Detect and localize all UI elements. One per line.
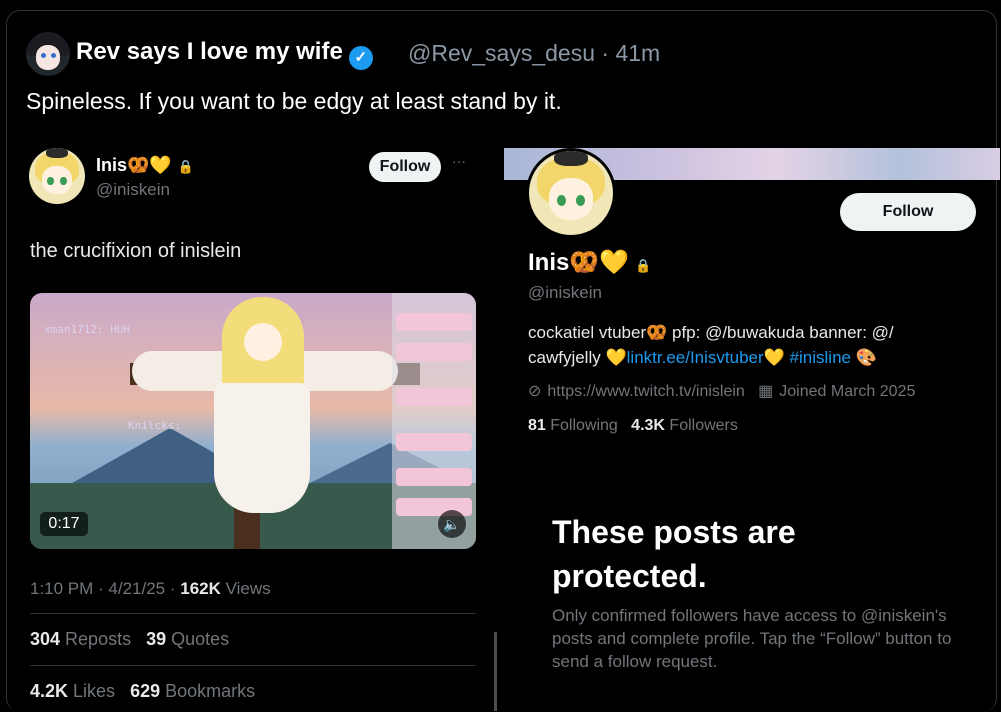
check-badge-icon: ✓ <box>348 46 373 70</box>
follow-counts: 81 Following 4.3K Followers <box>528 417 738 435</box>
profile-name: Inis🥨💛 🔒 <box>528 249 652 276</box>
rev-avatar[interactable] <box>26 32 70 76</box>
tweet-meta: 1:10 PM · 4/21/25 · 162K Views <box>30 579 271 598</box>
more-options-icon[interactable]: ··· <box>452 153 466 169</box>
divider <box>30 665 476 666</box>
followers-count[interactable]: 4.3K Followers <box>631 417 738 434</box>
profile-bio: cockatiel vtuber🥨 pfp: @/buwakuda banner… <box>528 323 894 367</box>
lock-icon: 🔒 <box>635 258 652 273</box>
profile-info: ⊘ https://www.twitch.tv/inislein ▦ Joined … <box>528 381 915 401</box>
bio-link[interactable]: linktr.ee/Inisvtuber <box>627 348 764 367</box>
video-chat-row <box>396 468 472 486</box>
mute-icon[interactable]: 🔈 <box>438 510 466 538</box>
like-bookmark-stats[interactable]: 4.2K Likes 629 Bookmarks <box>30 681 255 702</box>
divider <box>30 613 476 614</box>
video-character-dress <box>214 383 310 513</box>
profile-avatar[interactable] <box>526 148 616 238</box>
video-chat-row <box>396 388 472 406</box>
author-name[interactable]: Rev says I love my wife ✓ <box>76 38 373 70</box>
following-count[interactable]: 81 Following <box>528 417 618 434</box>
video-chat-row <box>396 343 472 361</box>
author-handle-time[interactable]: @Rev_says_desu · 41m <box>408 40 660 67</box>
panel-divider <box>494 632 497 711</box>
quoted-author-handle[interactable]: @iniskein <box>96 180 170 200</box>
protected-title: These posts are protected. <box>552 514 796 594</box>
bio-hashtag[interactable]: #inisline <box>790 348 851 367</box>
video-player[interactable]: xman1712: HUH Knilcks: <box>30 293 476 549</box>
profile-handle: @iniskein <box>528 283 602 302</box>
joined-date: Joined March 2025 <box>779 383 916 400</box>
video-overlay-text: Knilcks: <box>128 419 181 432</box>
protected-description: Only confirmed followers have access to … <box>552 606 952 671</box>
quoted-author-name[interactable]: Inis🥨💛 🔒 <box>96 155 194 176</box>
follow-button-tweet[interactable]: Follow <box>369 152 441 182</box>
follow-button-profile[interactable]: Follow <box>840 193 976 231</box>
link-icon: ⊘ <box>528 383 542 400</box>
lock-icon: 🔒 <box>177 159 195 174</box>
inis-avatar[interactable] <box>29 148 85 204</box>
video-overlay-text: xman1712: HUH <box>44 323 131 336</box>
website-link[interactable]: https://www.twitch.tv/inislein <box>547 383 744 400</box>
calendar-icon: ▦ <box>758 383 774 400</box>
quote-tweet-text: Spineless. If you want to be edgy at lea… <box>26 88 562 114</box>
video-chat-row <box>396 433 472 451</box>
video-chat-row <box>396 313 472 331</box>
video-character-face <box>244 323 282 361</box>
video-duration: 0:17 <box>40 512 88 536</box>
repost-quote-stats[interactable]: 304 Reposts 39 Quotes <box>30 629 229 650</box>
quoted-tweet-text: the crucifixion of inislein <box>30 240 242 262</box>
